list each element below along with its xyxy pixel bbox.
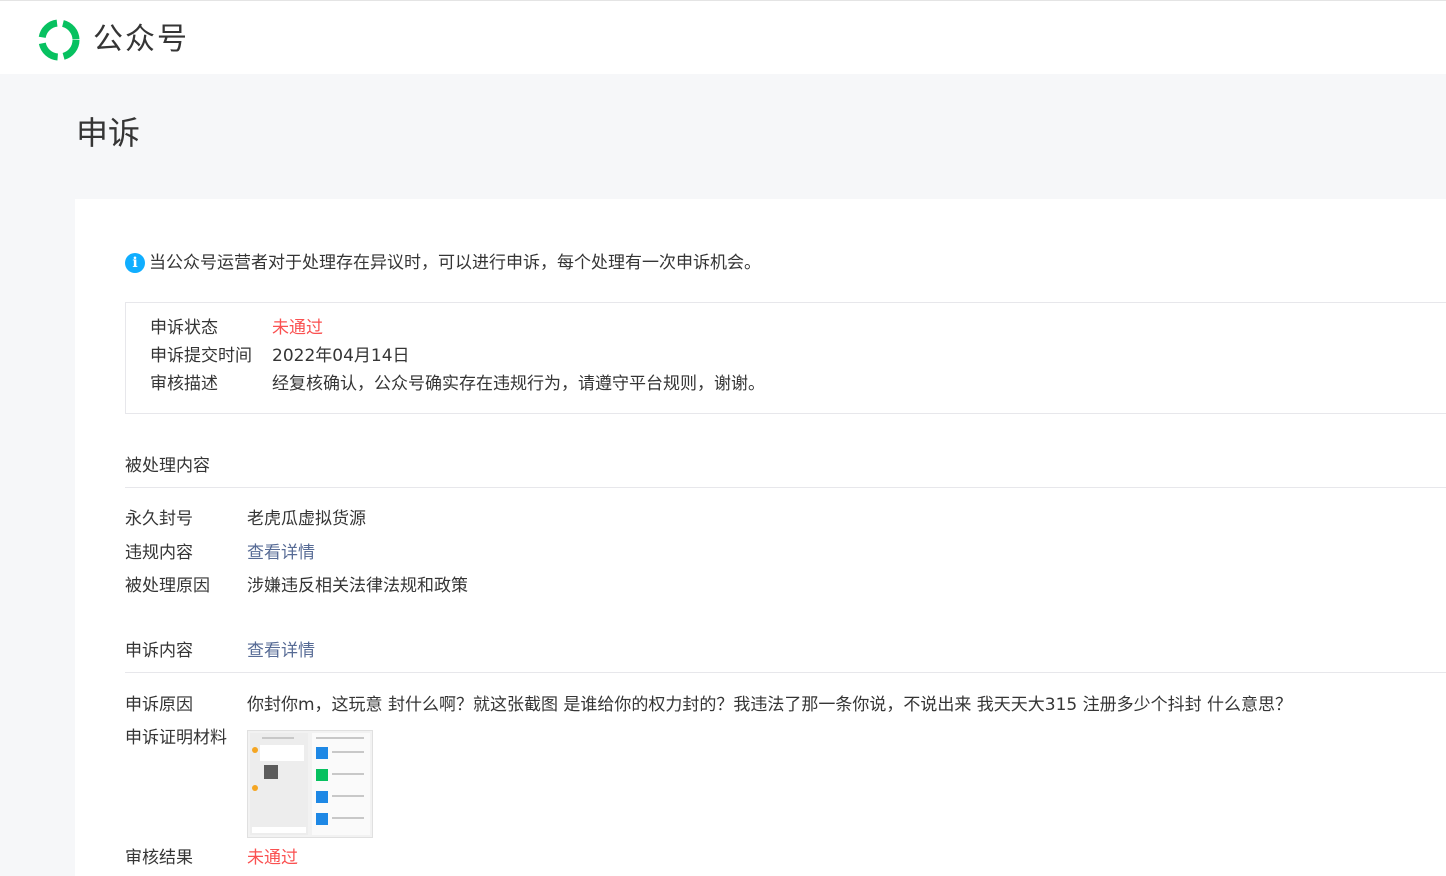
status-label: 申诉状态 <box>150 318 218 338</box>
app-icon <box>316 747 328 759</box>
appeal-status-box: 申诉状态 未通过 申诉提交时间 2022年04月14日 审核描述 经复核确认，公… <box>125 302 1446 414</box>
chat-bubble <box>260 745 304 761</box>
screenshot-left-panel <box>250 733 308 835</box>
notice-text: 当公众号运营者对于处理存在异议时，可以进行申诉，每个处理有一次申诉机会。 <box>149 253 761 273</box>
evidence-image-thumbnail[interactable] <box>247 730 373 838</box>
divider <box>125 487 1446 488</box>
qr-code-icon <box>264 765 278 779</box>
app-icon <box>316 769 328 781</box>
review-result-badge: 未通过 <box>247 848 298 868</box>
submit-time-value: 2022年04月14日 <box>272 346 410 366</box>
brand-name[interactable]: 公众号 <box>93 21 189 59</box>
submit-time-label: 申诉提交时间 <box>150 346 252 366</box>
violation-details-link[interactable]: 查看详情 <box>247 541 315 565</box>
review-desc-value: 经复核确认，公众号确实存在违规行为，请遵守平台规则，谢谢。 <box>272 374 765 394</box>
app-icon <box>316 791 328 803</box>
bottom-bar <box>252 827 306 833</box>
info-icon: i <box>125 253 145 273</box>
top-bar: 公众号 <box>0 0 1446 74</box>
violation-label: 违规内容 <box>125 543 193 563</box>
appeal-reason-value: 你封你m，这玩意 封什么啊？就这张截图 是谁给你的权力封的？我违法了那一条你说，… <box>247 695 1293 715</box>
avatar <box>252 785 258 791</box>
wechat-official-account-logo-icon[interactable] <box>38 19 80 61</box>
appeal-section-title: 申诉内容 <box>125 641 193 661</box>
ban-label: 永久封号 <box>125 509 193 529</box>
appeal-reason-label: 申诉原因 <box>125 695 193 715</box>
line <box>316 737 364 739</box>
avatar <box>252 747 258 753</box>
status-badge: 未通过 <box>272 318 323 338</box>
screenshot-right-panel <box>312 733 370 835</box>
line <box>332 773 364 775</box>
appeal-card: i 当公众号运营者对于处理存在异议时，可以进行申诉，每个处理有一次申诉机会。 申… <box>75 199 1446 876</box>
processed-reason-label: 被处理原因 <box>125 576 210 596</box>
processed-reason-value: 涉嫌违反相关法律法规和政策 <box>247 576 468 596</box>
line <box>262 737 294 739</box>
page-title: 申诉 <box>76 114 141 152</box>
appeal-details-link[interactable]: 查看详情 <box>247 639 315 663</box>
review-desc-label: 审核描述 <box>150 374 218 394</box>
review-result-label: 审核结果 <box>125 848 193 868</box>
line <box>332 817 364 819</box>
app-icon <box>316 813 328 825</box>
evidence-label: 申诉证明材料 <box>125 728 227 748</box>
line <box>332 751 364 753</box>
ban-account-name: 老虎瓜虚拟货源 <box>247 509 366 529</box>
line <box>332 795 364 797</box>
divider <box>125 672 1446 673</box>
processed-section-title: 被处理内容 <box>125 456 210 476</box>
